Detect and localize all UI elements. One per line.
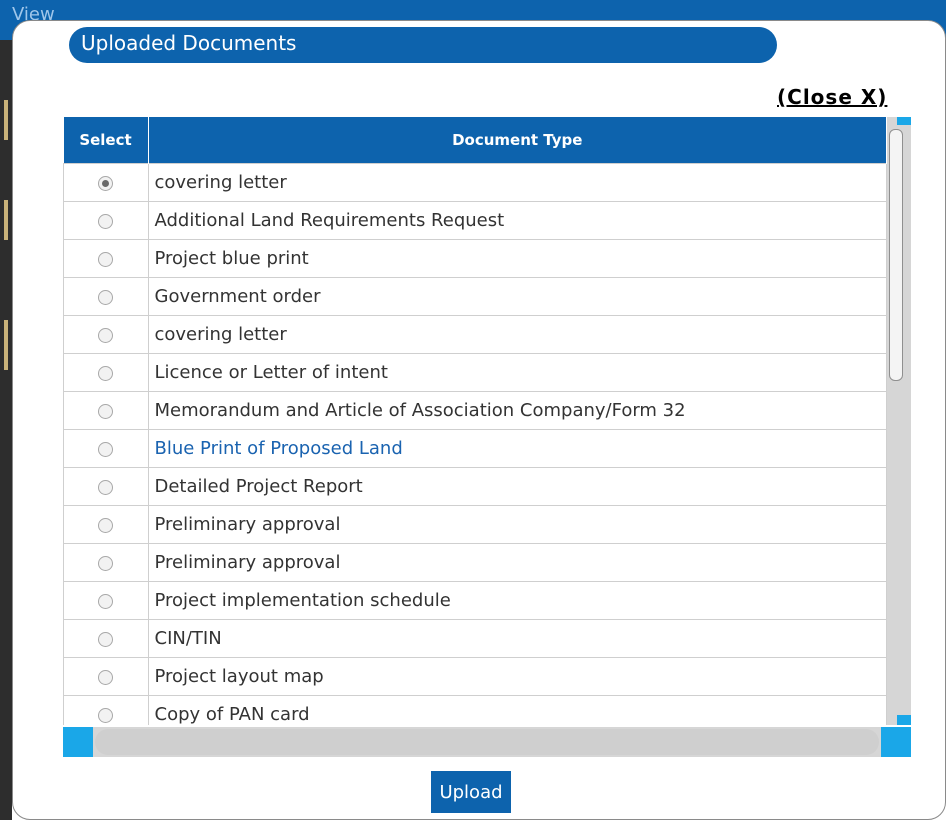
select-radio-button[interactable] <box>98 517 114 533</box>
document-type-cell: Copy of PAN card <box>147 695 887 725</box>
select-cell <box>63 353 149 392</box>
document-type-cell: Project layout map <box>147 657 887 696</box>
select-radio-button[interactable] <box>98 327 114 343</box>
document-type-cell: Government order <box>147 277 887 316</box>
document-type-cell: covering letter <box>147 163 887 202</box>
documents-table-body: covering letter Additional Land Requireme… <box>63 163 887 725</box>
table-row[interactable]: Preliminary approval <box>63 543 887 582</box>
table-row[interactable]: Government order <box>63 277 887 316</box>
document-type-column-header: Document Type <box>148 117 887 164</box>
upload-button[interactable]: Upload <box>431 771 511 813</box>
background-left-edge <box>0 40 12 820</box>
select-radio-button[interactable] <box>98 403 114 419</box>
select-cell <box>63 619 149 658</box>
documents-table: Select Document Type covering letter Addi… <box>63 117 887 725</box>
select-radio-button[interactable] <box>98 441 114 457</box>
background-mark <box>4 100 8 140</box>
uploaded-documents-dialog: Uploaded Documents (Close X) Select Docu… <box>12 20 946 820</box>
table-row[interactable]: Project layout map <box>63 657 887 696</box>
table-row[interactable]: Memorandum and Article of Association Co… <box>63 391 887 430</box>
select-cell <box>63 239 149 278</box>
document-type-cell: Detailed Project Report <box>147 467 887 506</box>
horizontal-scrollbar-thumb[interactable] <box>95 729 879 755</box>
select-cell <box>63 657 149 696</box>
scroll-right-arrow[interactable] <box>881 727 911 757</box>
vertical-scrollbar-thumb[interactable] <box>889 129 903 381</box>
select-cell <box>63 467 149 506</box>
table-row[interactable]: covering letter <box>63 315 887 354</box>
document-type-cell: covering letter <box>147 315 887 354</box>
document-type-cell: CIN/TIN <box>147 619 887 658</box>
select-cell <box>63 581 149 620</box>
document-type-cell: Licence or Letter of intent <box>147 353 887 392</box>
table-row[interactable]: Preliminary approval <box>63 505 887 544</box>
select-radio-button[interactable] <box>98 213 114 229</box>
table-row[interactable]: Additional Land Requirements Request <box>63 201 887 240</box>
document-type-cell: Additional Land Requirements Request <box>147 201 887 240</box>
select-cell <box>63 277 149 316</box>
select-cell <box>63 391 149 430</box>
select-cell <box>63 201 149 240</box>
background-mark <box>4 200 8 240</box>
table-row[interactable]: Detailed Project Report <box>63 467 887 506</box>
select-radio-button[interactable] <box>98 593 114 609</box>
table-row[interactable]: Blue Print of Proposed Land <box>63 429 887 468</box>
scroll-up-arrow[interactable] <box>897 117 911 125</box>
scroll-left-arrow[interactable] <box>63 727 93 757</box>
select-radio-button[interactable] <box>98 631 114 647</box>
scroll-down-arrow[interactable] <box>897 715 911 725</box>
document-type-cell: Project implementation schedule <box>147 581 887 620</box>
select-radio-button[interactable] <box>98 289 114 305</box>
select-radio-button[interactable] <box>98 555 114 571</box>
dialog-title: Uploaded Documents <box>81 31 297 55</box>
table-row[interactable]: Copy of PAN card <box>63 695 887 725</box>
document-type-cell: Blue Print of Proposed Land <box>147 429 887 468</box>
select-radio-button[interactable] <box>98 479 114 495</box>
document-type-cell: Preliminary approval <box>147 543 887 582</box>
document-type-cell: Memorandum and Article of Association Co… <box>147 391 887 430</box>
select-cell <box>63 543 149 582</box>
select-cell <box>63 695 149 725</box>
select-radio-button[interactable] <box>98 669 114 685</box>
table-row[interactable]: Project implementation schedule <box>63 581 887 620</box>
background-mark <box>4 320 8 370</box>
select-cell <box>63 163 149 202</box>
select-column-header: Select <box>63 117 149 164</box>
select-radio-button[interactable] <box>98 251 114 267</box>
table-row[interactable]: CIN/TIN <box>63 619 887 658</box>
table-row[interactable]: Project blue print <box>63 239 887 278</box>
documents-scroll-panel: Select Document Type covering letter Addi… <box>63 117 911 757</box>
select-cell <box>63 505 149 544</box>
close-link[interactable]: (Close X) <box>777 85 887 109</box>
select-cell <box>63 429 149 468</box>
select-radio-button[interactable] <box>98 365 114 381</box>
select-radio-button[interactable] <box>98 175 114 191</box>
table-header-row: Select Document Type <box>63 117 887 164</box>
table-row[interactable]: covering letter <box>63 163 887 202</box>
documents-table-wrapper: Select Document Type covering letter Addi… <box>63 117 887 725</box>
select-cell <box>63 315 149 354</box>
table-row[interactable]: Licence or Letter of intent <box>63 353 887 392</box>
document-type-cell: Project blue print <box>147 239 887 278</box>
select-radio-button[interactable] <box>98 707 114 723</box>
document-type-cell: Preliminary approval <box>147 505 887 544</box>
